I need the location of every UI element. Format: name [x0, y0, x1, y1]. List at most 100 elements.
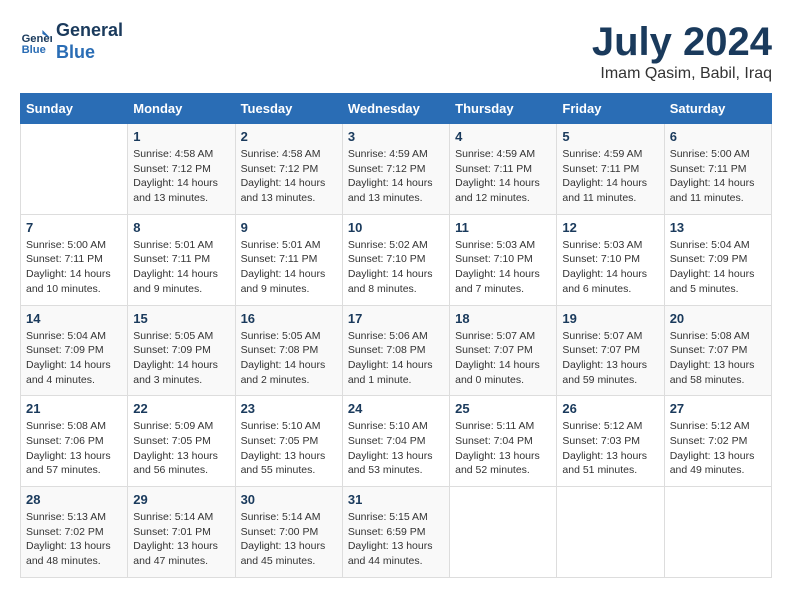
calendar-week-row: 28Sunrise: 5:13 AM Sunset: 7:02 PM Dayli… [21, 487, 772, 578]
day-number: 27 [670, 401, 766, 416]
day-info: Sunrise: 5:00 AM Sunset: 7:11 PM Dayligh… [670, 147, 766, 206]
calendar-cell: 10 Sunrise: 5:02 AM Sunset: 7:10 PM Dayli… [342, 214, 449, 305]
day-info: Sunrise: 4:59 AM Sunset: 7:11 PM Dayligh… [562, 147, 658, 206]
day-number: 20 [670, 311, 766, 326]
day-info: Sunrise: 5:11 AM Sunset: 7:04 PM Dayligh… [455, 419, 551, 478]
calendar-week-row: 14 Sunrise: 5:04 AM Sunset: 7:09 PM Dayli… [21, 305, 772, 396]
day-info: Sunrise: 5:01 AM Sunset: 7:11 PM Dayligh… [241, 238, 337, 297]
day-info: Sunrise: 5:08 AM Sunset: 7:07 PM Dayligh… [670, 329, 766, 388]
calendar-cell: 20 Sunrise: 5:08 AM Sunset: 7:07 PM Dayli… [664, 305, 771, 396]
day-number: 16 [241, 311, 337, 326]
day-number: 22 [133, 401, 229, 416]
calendar-cell: 21Sunrise: 5:08 AM Sunset: 7:06 PM Dayli… [21, 396, 128, 487]
day-info: Sunrise: 5:03 AM Sunset: 7:10 PM Dayligh… [562, 238, 658, 297]
calendar-cell: 5 Sunrise: 4:59 AM Sunset: 7:11 PM Daylig… [557, 124, 664, 215]
weekday-header-sunday: Sunday [21, 94, 128, 124]
day-number: 10 [348, 220, 444, 235]
day-info: Sunrise: 5:00 AM Sunset: 7:11 PM Dayligh… [26, 238, 122, 297]
day-number: 12 [562, 220, 658, 235]
calendar-cell: 11 Sunrise: 5:03 AM Sunset: 7:10 PM Dayli… [450, 214, 557, 305]
day-info: Sunrise: 5:13 AM Sunset: 7:02 PM Dayligh… [26, 510, 122, 569]
day-number: 18 [455, 311, 551, 326]
day-number: 13 [670, 220, 766, 235]
day-info: Sunrise: 5:02 AM Sunset: 7:10 PM Dayligh… [348, 238, 444, 297]
calendar-cell: 15Sunrise: 5:05 AM Sunset: 7:09 PM Dayli… [128, 305, 235, 396]
calendar-cell: 29 Sunrise: 5:14 AM Sunset: 7:01 PM Dayli… [128, 487, 235, 578]
day-number: 30 [241, 492, 337, 507]
day-info: Sunrise: 5:10 AM Sunset: 7:04 PM Dayligh… [348, 419, 444, 478]
svg-text:General: General [22, 33, 52, 45]
day-number: 11 [455, 220, 551, 235]
calendar-cell: 28Sunrise: 5:13 AM Sunset: 7:02 PM Dayli… [21, 487, 128, 578]
day-info: Sunrise: 5:04 AM Sunset: 7:09 PM Dayligh… [26, 329, 122, 388]
logo-line2: Blue [56, 42, 95, 62]
weekday-header-friday: Friday [557, 94, 664, 124]
weekday-header-wednesday: Wednesday [342, 94, 449, 124]
day-number: 24 [348, 401, 444, 416]
logo-line1: General [56, 20, 123, 40]
day-info: Sunrise: 5:08 AM Sunset: 7:06 PM Dayligh… [26, 419, 122, 478]
weekday-header-saturday: Saturday [664, 94, 771, 124]
calendar-cell: 17 Sunrise: 5:06 AM Sunset: 7:08 PM Dayli… [342, 305, 449, 396]
weekday-header-monday: Monday [128, 94, 235, 124]
day-info: Sunrise: 5:15 AM Sunset: 6:59 PM Dayligh… [348, 510, 444, 569]
calendar-cell: 24 Sunrise: 5:10 AM Sunset: 7:04 PM Dayli… [342, 396, 449, 487]
calendar-cell: 4Sunrise: 4:59 AM Sunset: 7:11 PM Daylig… [450, 124, 557, 215]
calendar-cell: 16 Sunrise: 5:05 AM Sunset: 7:08 PM Dayli… [235, 305, 342, 396]
day-number: 17 [348, 311, 444, 326]
day-info: Sunrise: 5:05 AM Sunset: 7:09 PM Dayligh… [133, 329, 229, 388]
day-number: 1 [133, 129, 229, 144]
day-number: 7 [26, 220, 122, 235]
day-number: 29 [133, 492, 229, 507]
calendar-cell: 26 Sunrise: 5:12 AM Sunset: 7:03 PM Dayli… [557, 396, 664, 487]
day-info: Sunrise: 5:10 AM Sunset: 7:05 PM Dayligh… [241, 419, 337, 478]
day-info: Sunrise: 5:04 AM Sunset: 7:09 PM Dayligh… [670, 238, 766, 297]
calendar-cell [450, 487, 557, 578]
day-info: Sunrise: 5:05 AM Sunset: 7:08 PM Dayligh… [241, 329, 337, 388]
calendar-cell: 2Sunrise: 4:58 AM Sunset: 7:12 PM Daylig… [235, 124, 342, 215]
calendar-cell: 23Sunrise: 5:10 AM Sunset: 7:05 PM Dayli… [235, 396, 342, 487]
day-info: Sunrise: 4:58 AM Sunset: 7:12 PM Dayligh… [241, 147, 337, 206]
weekday-header-tuesday: Tuesday [235, 94, 342, 124]
day-number: 26 [562, 401, 658, 416]
day-info: Sunrise: 5:01 AM Sunset: 7:11 PM Dayligh… [133, 238, 229, 297]
logo-icon: General Blue [20, 26, 52, 58]
day-info: Sunrise: 5:12 AM Sunset: 7:02 PM Dayligh… [670, 419, 766, 478]
day-info: Sunrise: 5:07 AM Sunset: 7:07 PM Dayligh… [455, 329, 551, 388]
calendar-cell [21, 124, 128, 215]
calendar-cell: 14 Sunrise: 5:04 AM Sunset: 7:09 PM Dayli… [21, 305, 128, 396]
calendar-week-row: 21Sunrise: 5:08 AM Sunset: 7:06 PM Dayli… [21, 396, 772, 487]
calendar-cell: 25Sunrise: 5:11 AM Sunset: 7:04 PM Dayli… [450, 396, 557, 487]
calendar-cell: 13 Sunrise: 5:04 AM Sunset: 7:09 PM Dayli… [664, 214, 771, 305]
day-info: Sunrise: 4:59 AM Sunset: 7:12 PM Dayligh… [348, 147, 444, 206]
day-info: Sunrise: 4:58 AM Sunset: 7:12 PM Dayligh… [133, 147, 229, 206]
day-number: 9 [241, 220, 337, 235]
calendar-cell: 27 Sunrise: 5:12 AM Sunset: 7:02 PM Dayli… [664, 396, 771, 487]
day-info: Sunrise: 4:59 AM Sunset: 7:11 PM Dayligh… [455, 147, 551, 206]
day-info: Sunrise: 5:14 AM Sunset: 7:00 PM Dayligh… [241, 510, 337, 569]
day-number: 19 [562, 311, 658, 326]
day-number: 14 [26, 311, 122, 326]
calendar-week-row: 7 Sunrise: 5:00 AM Sunset: 7:11 PM Daylig… [21, 214, 772, 305]
month-title: July 2024 [592, 20, 772, 65]
calendar-cell: 1 Sunrise: 4:58 AM Sunset: 7:12 PM Daylig… [128, 124, 235, 215]
calendar-cell: 30 Sunrise: 5:14 AM Sunset: 7:00 PM Dayli… [235, 487, 342, 578]
day-info: Sunrise: 5:09 AM Sunset: 7:05 PM Dayligh… [133, 419, 229, 478]
calendar-cell: 19Sunrise: 5:07 AM Sunset: 7:07 PM Dayli… [557, 305, 664, 396]
logo-text: General Blue [56, 20, 123, 63]
calendar-cell: 6 Sunrise: 5:00 AM Sunset: 7:11 PM Daylig… [664, 124, 771, 215]
day-info: Sunrise: 5:03 AM Sunset: 7:10 PM Dayligh… [455, 238, 551, 297]
calendar-week-row: 1 Sunrise: 4:58 AM Sunset: 7:12 PM Daylig… [21, 124, 772, 215]
logo: General Blue General Blue [20, 20, 123, 63]
weekday-header-thursday: Thursday [450, 94, 557, 124]
calendar-cell [557, 487, 664, 578]
day-info: Sunrise: 5:14 AM Sunset: 7:01 PM Dayligh… [133, 510, 229, 569]
day-number: 6 [670, 129, 766, 144]
day-number: 5 [562, 129, 658, 144]
day-number: 8 [133, 220, 229, 235]
calendar-cell [664, 487, 771, 578]
calendar-cell: 7 Sunrise: 5:00 AM Sunset: 7:11 PM Daylig… [21, 214, 128, 305]
day-info: Sunrise: 5:12 AM Sunset: 7:03 PM Dayligh… [562, 419, 658, 478]
calendar-cell: 3Sunrise: 4:59 AM Sunset: 7:12 PM Daylig… [342, 124, 449, 215]
day-info: Sunrise: 5:06 AM Sunset: 7:08 PM Dayligh… [348, 329, 444, 388]
